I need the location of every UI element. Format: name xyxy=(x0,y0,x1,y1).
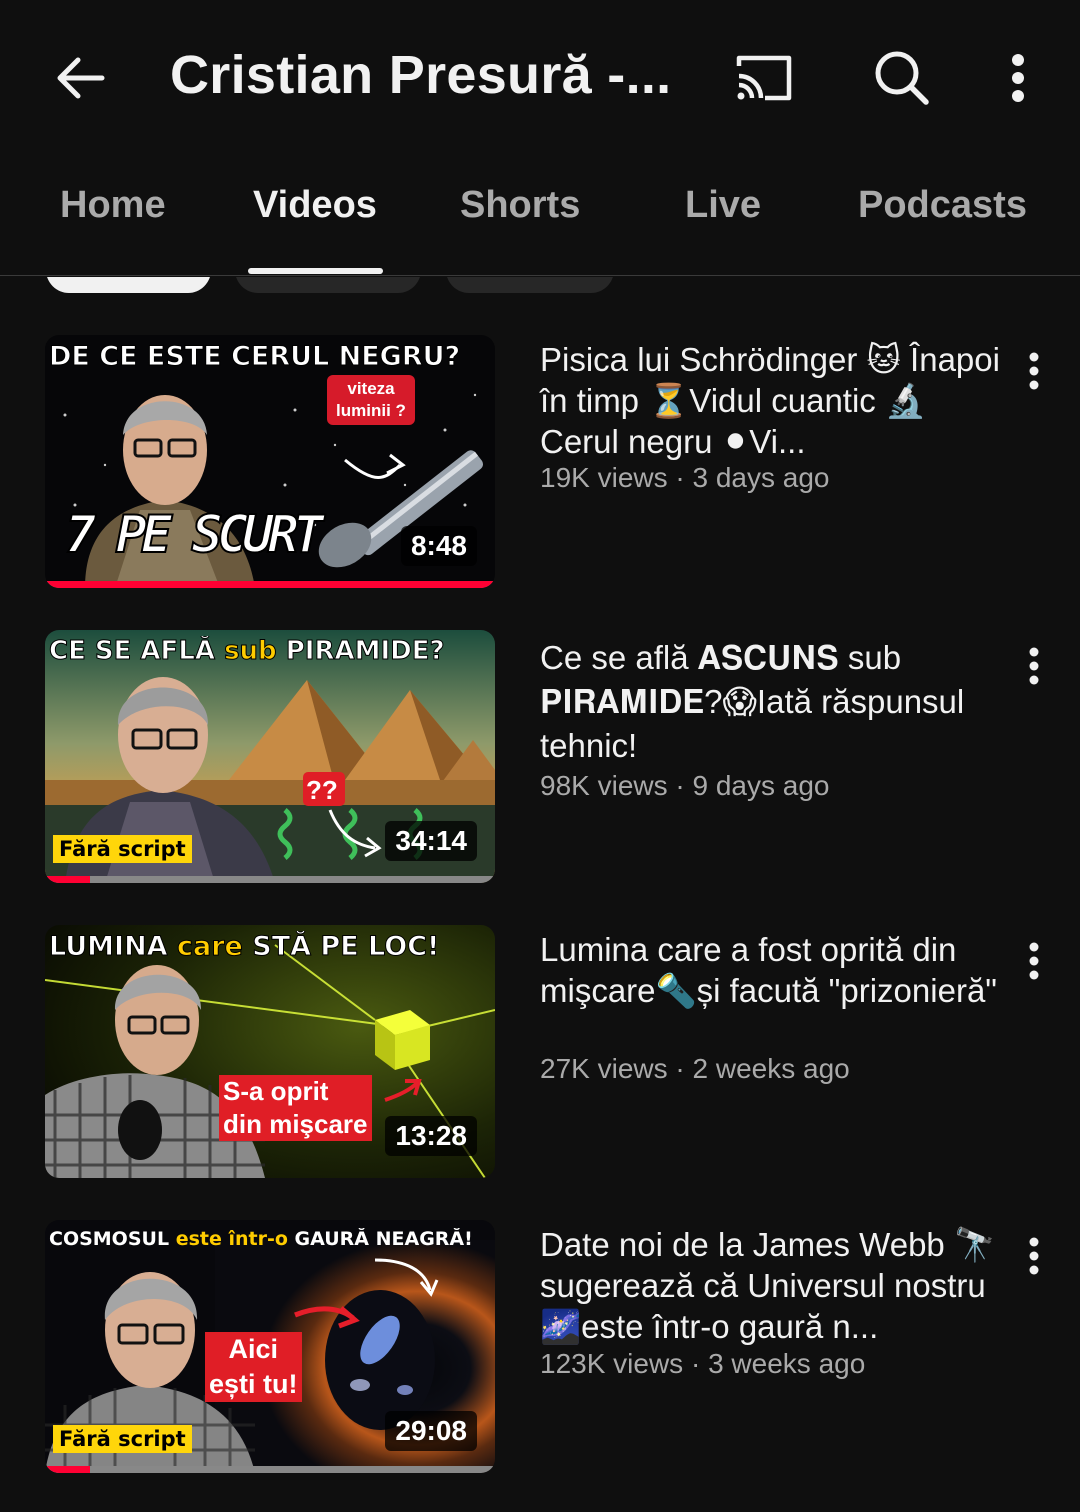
cast-button[interactable] xyxy=(726,40,802,116)
channel-title: Cristian Presură -... xyxy=(170,45,672,105)
watch-progress-fill xyxy=(45,1466,90,1473)
watch-progress-bar xyxy=(45,876,495,883)
thumbnail-caption-part: LUMINA xyxy=(49,931,177,962)
thumbnail-label-line: Aici xyxy=(228,1334,279,1364)
cast-icon xyxy=(736,55,792,101)
watch-progress-bar xyxy=(45,581,495,588)
video-duration: 8:48 xyxy=(400,526,477,566)
tab-live[interactable]: Live xyxy=(685,184,761,227)
thumbnail-caption-part: STĂ PE LOC! xyxy=(242,931,440,962)
watch-progress-bar xyxy=(45,1466,495,1473)
thumbnail-caption: COSMOSUL este într-o GAURĂ NEAGRĂ! xyxy=(49,1228,491,1250)
video-title[interactable]: Date noi de la James Webb 🔭 sugerează că… xyxy=(540,1224,1000,1347)
video-title[interactable]: Lumina care a fost oprită din mişcare🔦și… xyxy=(540,929,1000,1011)
more-vert-icon xyxy=(1029,352,1039,390)
tab-podcasts[interactable]: Podcasts xyxy=(858,184,1027,227)
video-item[interactable]: CE SE AFLĂ sub PIRAMIDE? ?? Fără script … xyxy=(0,630,1080,890)
video-item[interactable]: LUMINA care STĂ PE LOC! S-a oprit din mi… xyxy=(0,925,1080,1185)
filter-chip[interactable] xyxy=(46,277,211,293)
thumbnail-caption-part: care xyxy=(176,931,243,962)
video-metadata: 123K views · 3 weeks ago xyxy=(540,1348,866,1379)
filter-chips xyxy=(0,277,1080,295)
video-more-button[interactable] xyxy=(1014,636,1054,696)
thumbnail-caption-part: este într-o xyxy=(175,1228,288,1250)
more-vert-icon xyxy=(1029,1237,1039,1275)
more-options-button[interactable] xyxy=(992,38,1044,118)
no-script-badge: Fără script xyxy=(53,835,192,863)
watch-progress-fill xyxy=(45,876,90,883)
thumbnail-caption-part: sub xyxy=(224,636,278,666)
more-vert-icon xyxy=(1029,647,1039,685)
thumbnail-caption: CE SE AFLĂ sub PIRAMIDE? xyxy=(49,636,491,666)
video-item[interactable]: DE CE ESTE CERUL NEGRU? viteza luminii ?… xyxy=(0,335,1080,595)
video-duration: 29:08 xyxy=(385,1411,477,1451)
video-title[interactable]: Pisica lui Schrödinger 🐱 Înapoi în timp … xyxy=(540,339,1000,462)
video-metadata: 27K views · 2 weeks ago xyxy=(540,1053,850,1084)
thumbnail-overlay-text: 7 PE SCURT xyxy=(64,504,325,566)
video-duration: 34:14 xyxy=(385,821,477,861)
video-item[interactable]: COSMOSUL este într-o GAURĂ NEAGRĂ! Aici … xyxy=(0,1220,1080,1480)
thumbnail-caption-part: PIRAMIDE? xyxy=(276,636,445,666)
thumbnail-label-line: ești tu! xyxy=(209,1369,298,1399)
thumbnail-caption: LUMINA care STĂ PE LOC! xyxy=(49,931,491,962)
thumbnail-label-line: luminii ? xyxy=(336,401,406,420)
thumbnail-label-line: din mişcare xyxy=(223,1109,368,1139)
tab-videos[interactable]: Videos xyxy=(253,184,377,227)
thumbnail-label-line: S-a oprit xyxy=(223,1076,329,1106)
more-vert-icon xyxy=(1029,942,1039,980)
video-more-button[interactable] xyxy=(1014,931,1054,991)
thumbnail-label: Aici ești tu! xyxy=(205,1332,302,1402)
arrow-left-icon xyxy=(57,57,105,99)
thumbnail-label: ?? xyxy=(306,775,338,805)
top-app-bar: Cristian Presură -... xyxy=(0,0,1080,150)
active-tab-indicator xyxy=(248,268,383,274)
thumbnail-label: S-a oprit din mişcare xyxy=(219,1075,372,1141)
search-button[interactable] xyxy=(862,38,942,118)
video-title[interactable]: Ce se află 𝐀𝐒𝐂𝐔𝐍𝐒 sub 𝐏𝐈𝐑𝐀𝐌𝐈𝐃𝐄?😱Iată răs… xyxy=(540,636,1000,768)
filter-chip[interactable] xyxy=(446,277,614,293)
thumbnail-label-line: viteza xyxy=(347,379,395,398)
channel-tabs: Home Videos Shorts Live Podcasts xyxy=(0,160,1080,276)
video-metadata: 98K views · 9 days ago xyxy=(540,770,830,801)
search-icon xyxy=(875,51,929,105)
tab-shorts[interactable]: Shorts xyxy=(460,184,580,227)
thumbnail-caption-part: GAURĂ NEAGRĂ! xyxy=(287,1228,473,1250)
thumbnail-caption-part: CE SE AFLĂ xyxy=(49,636,225,666)
thumbnail-caption-part: COSMOSUL xyxy=(49,1228,176,1250)
video-metadata: 19K views · 3 days ago xyxy=(540,462,830,493)
video-thumbnail[interactable]: LUMINA care STĂ PE LOC! S-a oprit din mi… xyxy=(45,925,495,1178)
thumbnail-caption: DE CE ESTE CERUL NEGRU? xyxy=(49,341,461,372)
video-duration: 13:28 xyxy=(385,1116,477,1156)
video-more-button[interactable] xyxy=(1014,341,1054,401)
more-vert-icon xyxy=(1012,54,1024,102)
no-script-badge: Fără script xyxy=(53,1425,192,1453)
video-thumbnail[interactable]: DE CE ESTE CERUL NEGRU? viteza luminii ?… xyxy=(45,335,495,588)
watch-progress-fill xyxy=(45,581,495,588)
video-thumbnail[interactable]: CE SE AFLĂ sub PIRAMIDE? ?? Fără script … xyxy=(45,630,495,883)
filter-chip[interactable] xyxy=(235,277,421,293)
video-thumbnail[interactable]: COSMOSUL este într-o GAURĂ NEAGRĂ! Aici … xyxy=(45,1220,495,1473)
video-more-button[interactable] xyxy=(1014,1226,1054,1286)
thumbnail-label: viteza luminii ? xyxy=(331,378,411,422)
back-button[interactable] xyxy=(40,38,120,118)
tab-home[interactable]: Home xyxy=(60,184,166,227)
